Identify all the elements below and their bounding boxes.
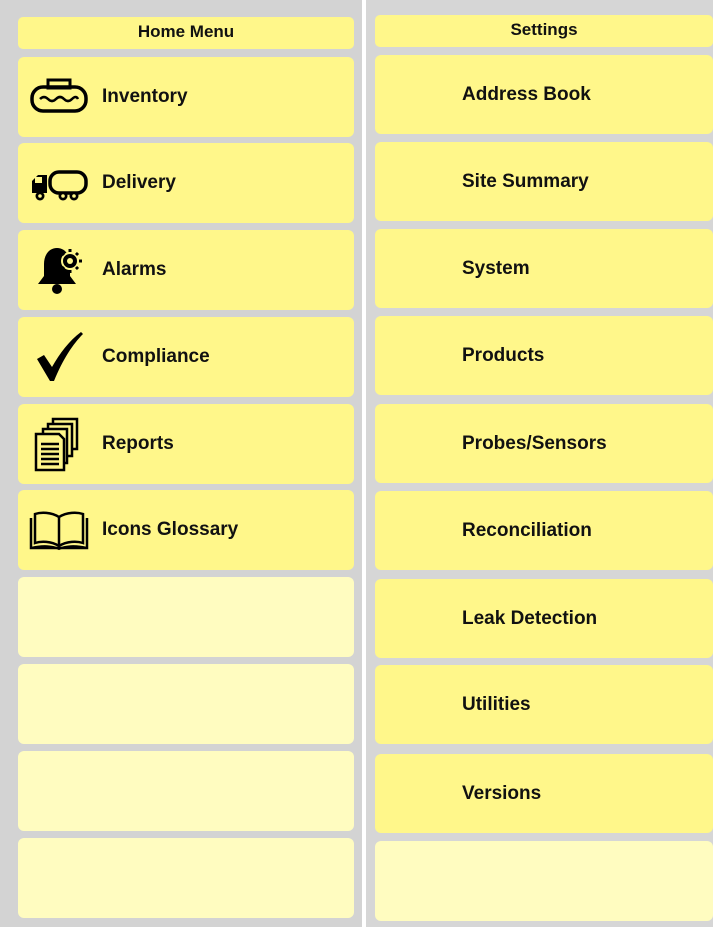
site-summary-label: Site Summary	[462, 170, 589, 192]
leak-detection-label: Leak Detection	[462, 607, 598, 629]
tank-icon	[26, 69, 92, 125]
empty-settings-slot[interactable]	[375, 841, 713, 921]
products-label: Products	[462, 344, 545, 366]
probes-sensors-label: Probes/Sensors	[462, 432, 607, 454]
home-menu-title: Home Menu	[18, 17, 354, 49]
site-summary-button[interactable]: Site Summary	[375, 142, 713, 221]
tanker-truck-icon	[26, 155, 92, 211]
system-label: System	[462, 257, 530, 279]
inventory-label: Inventory	[102, 86, 188, 107]
settings-title: Settings	[375, 15, 713, 47]
address-book-button[interactable]: Address Book	[375, 55, 713, 134]
products-button[interactable]: Products	[375, 316, 713, 395]
versions-button[interactable]: Versions	[375, 754, 713, 833]
reports-stack-icon	[26, 416, 92, 472]
alarm-bell-icon	[26, 242, 92, 298]
reports-button[interactable]: Reports	[18, 404, 354, 484]
open-book-icon	[26, 502, 92, 558]
home-menu-panel: Home Menu Inventory Delivery Alarms Comp…	[0, 0, 362, 927]
icons-glossary-label: Icons Glossary	[102, 519, 239, 540]
empty-menu-slot[interactable]	[18, 577, 354, 657]
empty-menu-slot[interactable]	[18, 664, 354, 744]
versions-label: Versions	[462, 782, 542, 804]
alarms-button[interactable]: Alarms	[18, 230, 354, 310]
alarms-label: Alarms	[102, 259, 167, 280]
utilities-label: Utilities	[462, 693, 531, 715]
system-button[interactable]: System	[375, 229, 713, 308]
icons-glossary-button[interactable]: Icons Glossary	[18, 490, 354, 570]
reports-label: Reports	[102, 433, 174, 454]
reconciliation-label: Reconciliation	[462, 519, 592, 541]
probes-sensors-button[interactable]: Probes/Sensors	[375, 404, 713, 483]
utilities-button[interactable]: Utilities	[375, 665, 713, 744]
settings-panel: Settings Address Book Site Summary Syste…	[366, 0, 713, 927]
screen: Home Menu Inventory Delivery Alarms Comp…	[0, 0, 713, 927]
checkmark-icon	[26, 329, 92, 385]
inventory-button[interactable]: Inventory	[18, 57, 354, 137]
compliance-label: Compliance	[102, 346, 210, 367]
address-book-label: Address Book	[462, 83, 591, 105]
delivery-button[interactable]: Delivery	[18, 143, 354, 223]
leak-detection-button[interactable]: Leak Detection	[375, 579, 713, 658]
empty-menu-slot[interactable]	[18, 838, 354, 918]
empty-menu-slot[interactable]	[18, 751, 354, 831]
delivery-label: Delivery	[102, 172, 176, 193]
reconciliation-button[interactable]: Reconciliation	[375, 491, 713, 570]
compliance-button[interactable]: Compliance	[18, 317, 354, 397]
